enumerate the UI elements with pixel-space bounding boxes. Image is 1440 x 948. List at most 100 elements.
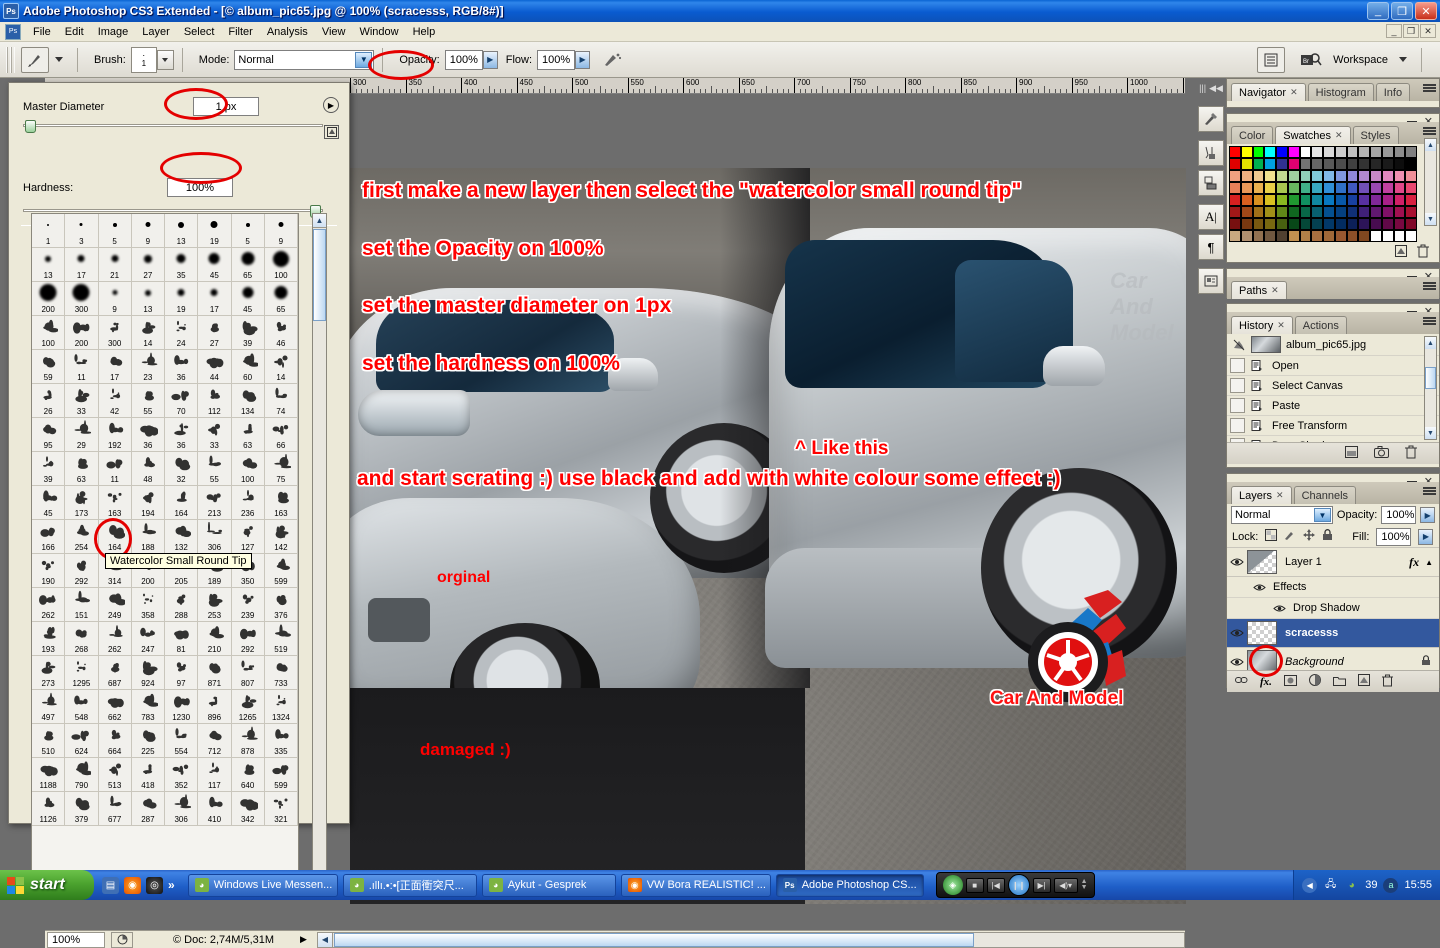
brush-preview[interactable]: · 1 [130, 46, 157, 73]
taskbar-window-firefox[interactable]: ◉ VW Bora REALISTIC! ... [620, 873, 771, 897]
brush-preset-cell[interactable]: 513 [98, 758, 132, 792]
brush-preset-cell[interactable]: 65 [231, 248, 265, 282]
horizontal-scrollbar[interactable]: ◀ [316, 931, 1185, 948]
workspace-label[interactable]: Workspace [1333, 54, 1388, 66]
document-minimize-button[interactable]: _ [1386, 24, 1402, 38]
color-swatch[interactable] [1370, 158, 1382, 170]
brush-preset-cell[interactable]: 497 [32, 690, 66, 724]
lock-image-icon[interactable] [1284, 529, 1296, 544]
brush-preset-cell[interactable]: 164 [165, 486, 199, 520]
brush-preset-cell[interactable]: 132 [165, 520, 199, 554]
brush-preset-cell[interactable]: 164 [98, 520, 132, 554]
image-canvas[interactable]: Car And Model Car And Model [350, 168, 1186, 904]
color-swatch[interactable] [1334, 194, 1347, 206]
new-swatch-icon[interactable] [1395, 244, 1407, 260]
tab-paths[interactable]: Paths ✕ [1231, 281, 1287, 299]
color-swatch[interactable] [1346, 170, 1359, 182]
document-icon[interactable]: Ps [5, 23, 21, 40]
brush-preset-cell[interactable]: 63 [65, 452, 99, 486]
trash-icon[interactable] [1417, 244, 1429, 261]
brush-preset-cell[interactable]: 254 [65, 520, 99, 554]
color-swatch[interactable] [1240, 218, 1253, 230]
brush-preset-cell[interactable]: 1295 [65, 656, 99, 690]
options-bar-gripper[interactable] [6, 46, 15, 73]
color-swatch[interactable] [1334, 182, 1347, 194]
brush-preset-cell[interactable]: 55 [198, 452, 232, 486]
color-swatch[interactable] [1405, 170, 1417, 182]
brush-tool-dropdown-icon[interactable] [55, 57, 63, 62]
document-restore-button[interactable]: ❐ [1403, 24, 1419, 38]
color-swatch[interactable] [1299, 146, 1312, 158]
brush-preset-cell[interactable]: 42 [98, 384, 132, 418]
firefox-icon[interactable]: ◉ [124, 876, 141, 894]
color-swatch[interactable] [1252, 206, 1265, 218]
dock-gripper[interactable]: ||| [1199, 83, 1206, 93]
color-swatch[interactable] [1264, 182, 1276, 194]
next-icon[interactable]: ▶| [1032, 877, 1051, 893]
color-swatch[interactable] [1252, 182, 1265, 194]
list-item[interactable]: Effects [1227, 577, 1439, 598]
color-swatch[interactable] [1323, 194, 1335, 206]
history-item[interactable]: Select Canvas [1227, 376, 1439, 396]
new-document-icon[interactable] [1345, 446, 1358, 461]
tab-close-icon[interactable]: ✕ [1290, 87, 1298, 98]
trash-icon[interactable] [1405, 445, 1417, 462]
brush-preset-cell[interactable]: 554 [165, 724, 199, 758]
color-swatch[interactable] [1393, 158, 1406, 170]
brush-preset-cell[interactable]: 194 [131, 486, 165, 520]
layer-blend-mode-select[interactable]: Normal ▼ [1231, 506, 1333, 524]
color-swatch[interactable] [1334, 146, 1347, 158]
antivirus-icon[interactable]: a [1383, 877, 1399, 893]
brush-preset-cell[interactable]: 1265 [231, 690, 265, 724]
blend-mode-select[interactable]: Normal ▼ [234, 49, 375, 70]
brush-preset-cell[interactable]: 100 [32, 316, 66, 350]
color-swatch[interactable] [1299, 230, 1312, 242]
color-swatch[interactable] [1405, 194, 1417, 206]
brush-preset-cell[interactable]: 253 [198, 588, 232, 622]
eye-icon[interactable] [1227, 623, 1247, 643]
brush-preset-cell[interactable]: 376 [264, 588, 298, 622]
color-swatch[interactable] [1276, 158, 1288, 170]
palettes-icon[interactable] [1257, 46, 1286, 73]
brushes-icon[interactable] [1198, 140, 1224, 166]
master-diameter-slider[interactable] [23, 120, 323, 133]
color-swatch[interactable] [1323, 182, 1335, 194]
color-swatch[interactable] [1358, 194, 1370, 206]
history-item[interactable]: Open [1227, 356, 1439, 376]
opacity-input[interactable]: 100% [444, 49, 483, 70]
color-swatch[interactable] [1381, 206, 1394, 218]
color-swatch[interactable] [1287, 158, 1300, 170]
brush-preset-cell[interactable]: 17 [98, 350, 132, 384]
color-swatch[interactable] [1264, 230, 1276, 242]
brush-preset-cell[interactable]: 24 [165, 316, 199, 350]
scrollbar-thumb[interactable] [313, 229, 326, 321]
brush-preset-cell[interactable]: 163 [264, 486, 298, 520]
brush-preset-cell[interactable]: 33 [198, 418, 232, 452]
brush-preset-cell[interactable]: 306 [165, 792, 199, 826]
scroll-left-icon[interactable]: ◀ [317, 932, 333, 947]
color-swatch[interactable] [1240, 182, 1253, 194]
menu-window[interactable]: Window [352, 24, 405, 40]
new-snapshot-icon[interactable] [1374, 446, 1389, 461]
brush-preset-cell[interactable]: 36 [165, 350, 199, 384]
brush-preset-cell[interactable]: 300 [65, 282, 99, 316]
character-icon[interactable]: A| [1198, 204, 1224, 230]
brush-tool-icon[interactable] [21, 46, 49, 73]
panel-menu-icon[interactable] [1423, 84, 1436, 92]
fx-icon[interactable]: fx [1409, 555, 1419, 570]
start-button[interactable]: start [0, 870, 94, 900]
group-icon[interactable] [1332, 675, 1346, 689]
color-swatch[interactable] [1276, 218, 1288, 230]
brush-preset-cell[interactable]: 26 [32, 384, 66, 418]
brush-preset-cell[interactable]: 878 [231, 724, 265, 758]
color-swatch[interactable] [1252, 158, 1265, 170]
color-swatch[interactable] [1370, 230, 1382, 242]
flow-stepper-icon[interactable]: ▶ [575, 50, 591, 69]
color-swatch[interactable] [1229, 182, 1241, 194]
history-item[interactable]: Paste [1227, 396, 1439, 416]
brush-preset-cell[interactable]: 1230 [165, 690, 199, 724]
color-swatch[interactable] [1229, 194, 1241, 206]
color-swatch[interactable] [1287, 182, 1300, 194]
color-swatch[interactable] [1323, 230, 1335, 242]
brush-preset-cell[interactable]: 519 [264, 622, 298, 656]
